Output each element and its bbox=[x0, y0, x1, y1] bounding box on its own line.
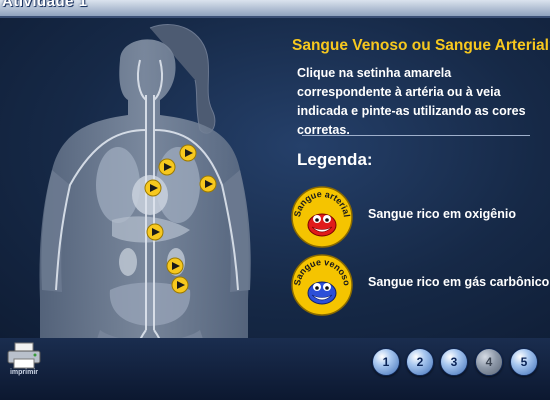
venous-blood-badge: Sangue venoso bbox=[291, 254, 353, 316]
divider bbox=[302, 135, 530, 136]
legend-item-venous: Sangue venoso Sangue rico em gás carbôni… bbox=[290, 253, 550, 317]
instructions-text: Clique na setinha amarela correspondente… bbox=[297, 66, 526, 137]
arterial-description: Sangue rico em oxigênio bbox=[368, 207, 516, 221]
venous-description: Sangue rico em gás carbônico bbox=[368, 275, 550, 289]
printer-icon bbox=[7, 342, 41, 369]
vessel-arrow-button[interactable] bbox=[166, 257, 184, 275]
page-button-4[interactable]: 4 bbox=[475, 348, 503, 376]
title-bar: Atividade 1 bbox=[0, 0, 550, 18]
vessel-arrow-button[interactable] bbox=[158, 158, 176, 176]
smiling-face-icon bbox=[307, 213, 337, 237]
page-navigation: 1 2 3 4 5 bbox=[372, 348, 542, 378]
activity-title: Atividade 1 bbox=[2, 0, 88, 10]
page-button-1[interactable]: 1 bbox=[372, 348, 400, 376]
print-label: imprimir bbox=[9, 369, 38, 376]
arterial-blood-badge: Sangue arterial bbox=[291, 186, 353, 248]
vessel-arrow-button[interactable] bbox=[144, 179, 162, 197]
vessel-arrow-button[interactable] bbox=[146, 223, 164, 241]
legend-title: Legenda: bbox=[297, 150, 373, 169]
legend-item-arterial: Sangue arterial Sangue rico em oxigênio bbox=[290, 185, 550, 249]
question-heading: Sangue Venoso ou Sangue Arterial? bbox=[292, 37, 550, 54]
vessel-arrow-button[interactable] bbox=[199, 175, 217, 193]
vessel-arrow-button[interactable] bbox=[179, 144, 197, 162]
page-button-5[interactable]: 5 bbox=[510, 348, 538, 376]
page-button-3[interactable]: 3 bbox=[440, 348, 468, 376]
page-button-2[interactable]: 2 bbox=[406, 348, 434, 376]
vessel-arrow-button[interactable] bbox=[171, 276, 189, 294]
smiling-face-icon bbox=[307, 281, 337, 305]
